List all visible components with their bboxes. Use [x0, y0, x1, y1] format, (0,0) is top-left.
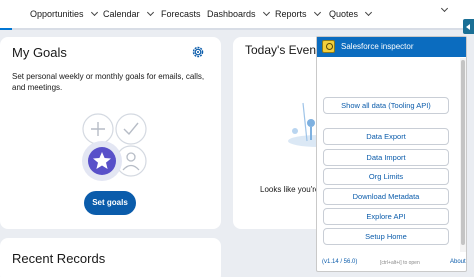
inspector-toggle-tab[interactable] — [463, 19, 474, 34]
nav-item-forecasts[interactable]: Forecasts — [161, 9, 201, 19]
data-export-button[interactable]: Data Export — [323, 128, 449, 145]
nav-item-label: Opportunities — [30, 9, 84, 19]
chevron-down-icon[interactable] — [364, 8, 373, 17]
explore-api-button[interactable]: Explore API — [323, 208, 449, 225]
goals-title: My Goals — [12, 45, 67, 60]
inspector-logo-icon — [322, 40, 335, 53]
nav-item-label: Forecasts — [161, 9, 201, 19]
about-link[interactable]: About — [450, 259, 466, 265]
nav-item-dashboards[interactable]: Dashboards — [207, 8, 270, 19]
salesforce-inspector-popup: Salesforce inspector Show all data (Tool… — [316, 36, 467, 272]
recent-records-card: Recent Records — [0, 238, 221, 277]
setup-home-button[interactable]: Setup Home — [323, 228, 449, 245]
plus-icon — [82, 113, 114, 145]
check-icon — [115, 113, 147, 145]
inspector-title: Salesforce inspector — [341, 42, 414, 51]
inspector-header: Salesforce inspector — [317, 37, 466, 57]
chevron-down-icon[interactable] — [313, 8, 321, 17]
show-all-data-button[interactable]: Show all data (Tooling API) — [323, 97, 449, 114]
nav-item-label: Reports — [275, 9, 307, 19]
shortcut-hint: [ctrl+alt+i] to open — [380, 260, 420, 266]
inspector-scrollbar-thumb[interactable] — [461, 60, 465, 245]
chevron-down-icon[interactable] — [90, 8, 98, 17]
set-goals-button[interactable]: Set goals — [84, 191, 136, 215]
nav-item-label: Quotes — [329, 9, 359, 19]
recent-records-title: Recent Records — [12, 251, 106, 266]
chevron-down-icon[interactable] — [262, 8, 270, 17]
inspector-version[interactable]: (v1.14 / 56.0) — [322, 259, 357, 265]
nav-item-quotes[interactable]: Quotes — [329, 8, 373, 19]
nav-item-label: Dashboards — [207, 9, 256, 19]
nav-item-calendar[interactable]: Calendar — [103, 8, 154, 19]
nav-active-indicator — [0, 28, 12, 30]
nav-item-label: Calendar — [103, 9, 140, 19]
org-limits-button[interactable]: Org Limits — [323, 168, 449, 185]
gear-icon[interactable] — [191, 45, 205, 59]
my-goals-card: My Goals Set personal weekly or monthly … — [0, 37, 221, 229]
chevron-down-icon[interactable] — [146, 8, 154, 17]
goals-illustration — [82, 113, 147, 181]
events-title: Today's Events — [245, 43, 326, 57]
nav-item-opportunities[interactable]: Opportunities — [30, 8, 98, 19]
star-icon — [82, 141, 122, 181]
nav-more[interactable] — [440, 4, 449, 13]
top-nav: Opportunities Calendar Forecasts Dashboa… — [0, 0, 474, 30]
data-import-button[interactable]: Data Import — [323, 149, 449, 166]
chevron-down-icon[interactable] — [440, 4, 449, 13]
goals-description: Set personal weekly or monthly goals for… — [12, 72, 205, 92]
events-empty-text: Looks like you're — [260, 185, 320, 194]
download-metadata-button[interactable]: Download Metadata — [323, 188, 449, 205]
nav-item-reports[interactable]: Reports — [275, 8, 321, 19]
